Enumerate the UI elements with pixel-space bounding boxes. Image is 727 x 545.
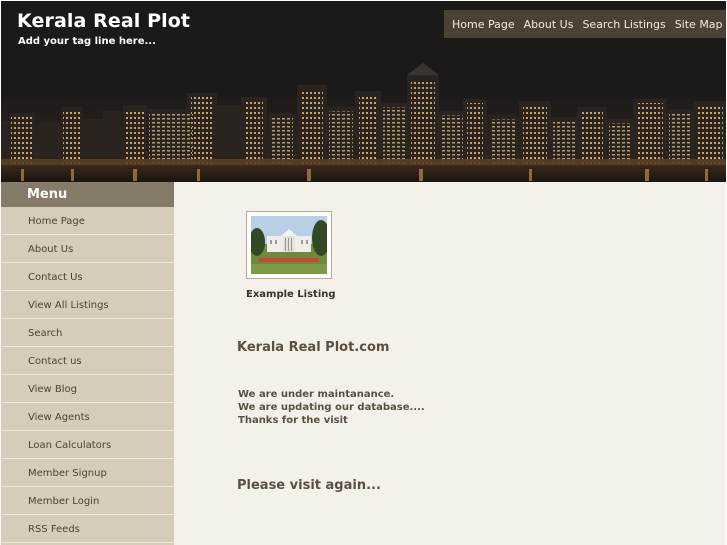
topnav-search-listings[interactable]: Search Listings — [582, 18, 665, 31]
sidebar-item-member-login[interactable]: Member Login — [1, 487, 174, 515]
site-title[interactable]: Kerala Real Plot — [17, 10, 190, 32]
listing-caption[interactable]: Example Listing — [246, 289, 336, 300]
site-header: Kerala Real Plot Add your tag line here.… — [1, 1, 726, 182]
sidebar-item-loan-calculators[interactable]: Loan Calculators — [1, 431, 174, 459]
menu-title: Menu — [1, 182, 174, 207]
sidebar-item-search[interactable]: Search — [1, 319, 174, 347]
sidebar-item-home-page[interactable]: Home Page — [1, 207, 174, 235]
house-photo — [249, 216, 330, 274]
city-skyline-banner — [1, 63, 726, 182]
sidebar-item-view-agents[interactable]: View Agents — [1, 403, 174, 431]
maintenance-message-2: We are updating our database.... — [238, 402, 425, 413]
top-navigation: Home Page About Us Search Listings Site … — [444, 10, 726, 38]
topnav-home-page[interactable]: Home Page — [452, 18, 515, 31]
sidebar-item-member-signup[interactable]: Member Signup — [1, 459, 174, 487]
sidebar-menu: Menu Home Page About Us Contact Us View … — [1, 182, 174, 545]
sidebar-item-view-blog[interactable]: View Blog — [1, 375, 174, 403]
page: Kerala Real Plot Add your tag line here.… — [1, 1, 726, 545]
sidebar-item-view-all-listings[interactable]: View All Listings — [1, 291, 174, 319]
listing-thumbnail[interactable] — [246, 211, 332, 279]
topnav-site-map[interactable]: Site Map — [675, 18, 723, 31]
maintenance-message-1: We are under maintanance. — [238, 389, 395, 400]
sidebar-item-contact-us[interactable]: Contact Us — [1, 263, 174, 291]
sidebar-item-about-us[interactable]: About Us — [1, 235, 174, 263]
topnav-about-us[interactable]: About Us — [524, 18, 574, 31]
page-heading: Kerala Real Plot.com — [237, 340, 390, 355]
site-tagline: Add your tag line here... — [18, 36, 156, 47]
sidebar-item-rss-feeds[interactable]: RSS Feeds — [1, 515, 174, 543]
sidebar-item-contact-us-2[interactable]: Contact us — [1, 347, 174, 375]
main-content: Example Listing Kerala Real Plot.com We … — [175, 182, 726, 545]
visit-again-message: Please visit again... — [237, 478, 381, 493]
maintenance-message-3: Thanks for the visit — [238, 415, 348, 426]
